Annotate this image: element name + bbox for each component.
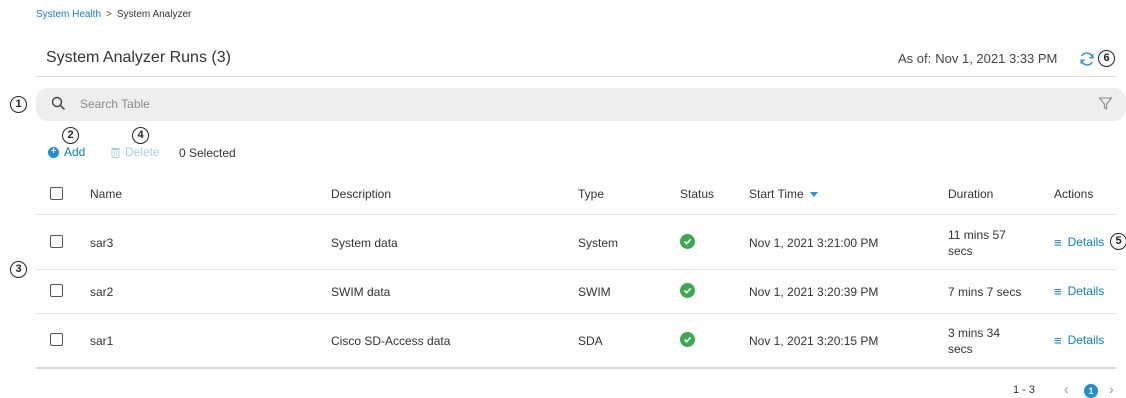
add-circle-icon: +: [48, 146, 59, 158]
row-start-time: Nov 1, 2021 3:21:00 PM: [749, 236, 879, 250]
duration-line-1: 3 mins 34: [948, 326, 1001, 340]
check-circle-icon: [680, 234, 695, 249]
row-type: System: [578, 236, 619, 250]
refresh-icon[interactable]: [1078, 50, 1096, 68]
row-start-time: Nov 1, 2021 3:20:39 PM: [749, 285, 879, 299]
row-duration: 11 mins 57 secs: [948, 227, 1006, 259]
chevron-left-icon[interactable]: ‹: [1064, 381, 1069, 397]
row-checkbox[interactable]: [50, 235, 63, 248]
list-icon: ≡: [1054, 332, 1062, 348]
row-description: System data: [331, 236, 398, 250]
column-header-status[interactable]: Status: [680, 187, 714, 201]
page-title: System Analyzer Runs (3): [46, 49, 231, 66]
delete-button[interactable]: Delete: [111, 145, 160, 159]
callout-2: 2: [62, 127, 79, 144]
list-icon: ≡: [1054, 283, 1062, 299]
pagination-range: 1 - 3: [1013, 384, 1036, 396]
table-header-divider: [36, 214, 1116, 215]
row-name: sar1: [90, 334, 114, 348]
check-circle-icon: [680, 332, 695, 347]
details-link[interactable]: ≡ Details: [1054, 235, 1104, 249]
details-link[interactable]: ≡ Details: [1054, 333, 1104, 347]
list-icon: ≡: [1054, 234, 1062, 250]
check-circle-icon: [680, 283, 695, 298]
row-name: sar3: [90, 236, 114, 250]
column-header-name[interactable]: Name: [90, 187, 122, 201]
callout-6: 6: [1098, 50, 1115, 67]
callout-3: 3: [10, 261, 27, 278]
sort-desc-icon: [809, 192, 818, 198]
duration-line-1: 11 mins 57: [948, 228, 1006, 242]
delete-button-label: Delete: [125, 145, 160, 159]
as-of-value: Nov 1, 2021 3:33 PM: [935, 51, 1058, 66]
row-type: SWIM: [578, 285, 611, 299]
row-checkbox[interactable]: [50, 333, 63, 346]
column-header-start-time[interactable]: Start Time: [749, 187, 818, 201]
table-bottom-divider: [36, 367, 1116, 369]
column-header-description[interactable]: Description: [331, 187, 391, 201]
row-checkbox[interactable]: [50, 284, 63, 297]
column-header-duration[interactable]: Duration: [948, 187, 993, 201]
row-description: Cisco SD-Access data: [331, 334, 451, 348]
breadcrumb-separator: >: [106, 9, 112, 20]
start-time-header-label: Start Time: [749, 187, 804, 201]
breadcrumb-link-system-health[interactable]: System Health: [36, 9, 101, 20]
breadcrumb-current: System Analyzer: [116, 9, 192, 20]
pagination-current-page[interactable]: 1: [1084, 384, 1098, 398]
chevron-right-icon[interactable]: ›: [1109, 381, 1114, 397]
header-divider: [36, 76, 1116, 77]
as-of-label: As of:: [898, 51, 932, 66]
row-type: SDA: [578, 334, 603, 348]
callout-1: 1: [10, 96, 27, 113]
add-button-label: Add: [64, 145, 86, 159]
trash-icon: [111, 147, 120, 158]
details-link-label: Details: [1067, 284, 1105, 298]
column-header-actions: Actions: [1054, 187, 1094, 201]
duration-line-2: secs: [948, 244, 973, 258]
search-icon: [51, 96, 66, 111]
details-link[interactable]: ≡ Details: [1054, 284, 1104, 298]
last-updated: As of: Nov 1, 2021 3:33 PM: [898, 51, 1057, 66]
duration-line-2: secs: [948, 342, 973, 356]
row-duration: 7 mins 7 secs: [948, 285, 1022, 299]
row-start-time: Nov 1, 2021 3:20:15 PM: [749, 334, 879, 348]
add-button[interactable]: + Add: [48, 145, 85, 159]
callout-5: 5: [1110, 233, 1126, 250]
row-divider: [36, 269, 1116, 270]
details-link-label: Details: [1067, 333, 1105, 347]
column-header-type[interactable]: Type: [578, 187, 604, 201]
breadcrumb: System Health > System Analyzer: [36, 9, 191, 20]
row-divider: [36, 313, 1116, 314]
row-description: SWIM data: [331, 285, 391, 299]
select-all-checkbox[interactable]: [50, 187, 63, 200]
search-input[interactable]: [80, 95, 680, 113]
filter-icon[interactable]: [1098, 96, 1113, 111]
selected-count: 0 Selected: [179, 146, 236, 160]
row-duration: 3 mins 34 secs: [948, 325, 1000, 357]
details-link-label: Details: [1067, 235, 1105, 249]
row-name: sar2: [90, 285, 114, 299]
callout-4: 4: [132, 127, 149, 144]
